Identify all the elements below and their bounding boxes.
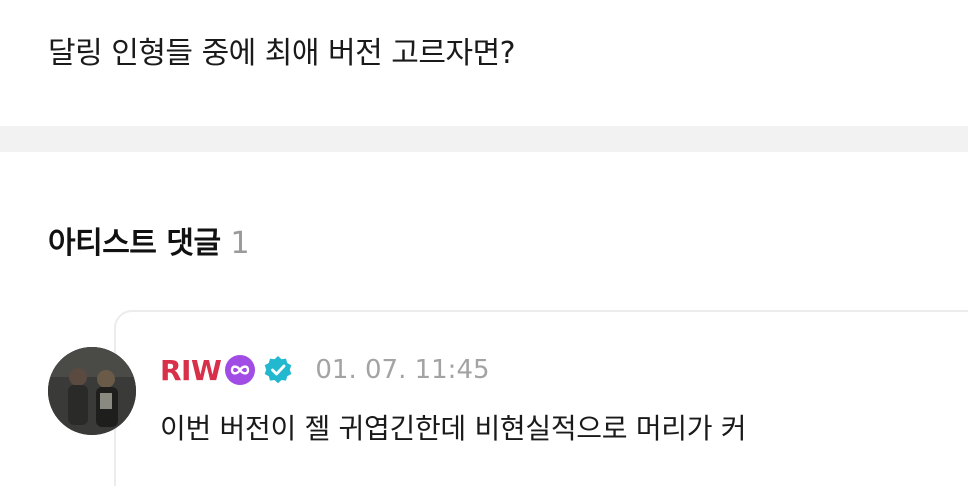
section-divider [0,126,968,152]
author-name[interactable]: RIW [160,354,222,387]
comment-card [114,310,968,486]
verified-check-icon [263,355,293,385]
artist-comments-header: 아티스트 댓글 1 [48,218,250,262]
post-question: 달링 인형들 중에 최애 버전 고르자면? [48,36,516,71]
section-title: 아티스트 댓글 [48,226,221,261]
infinity-icon [223,354,257,386]
avatar[interactable] [48,347,136,435]
comment-author-row: RIW 01. 07. 11:45 [160,350,490,390]
comment-count: 1 [230,226,250,261]
comment-timestamp: 01. 07. 11:45 [315,355,490,385]
comment-text: 이번 버전이 젤 귀엽긴한데 비현실적으로 머리가 커 [160,412,747,445]
